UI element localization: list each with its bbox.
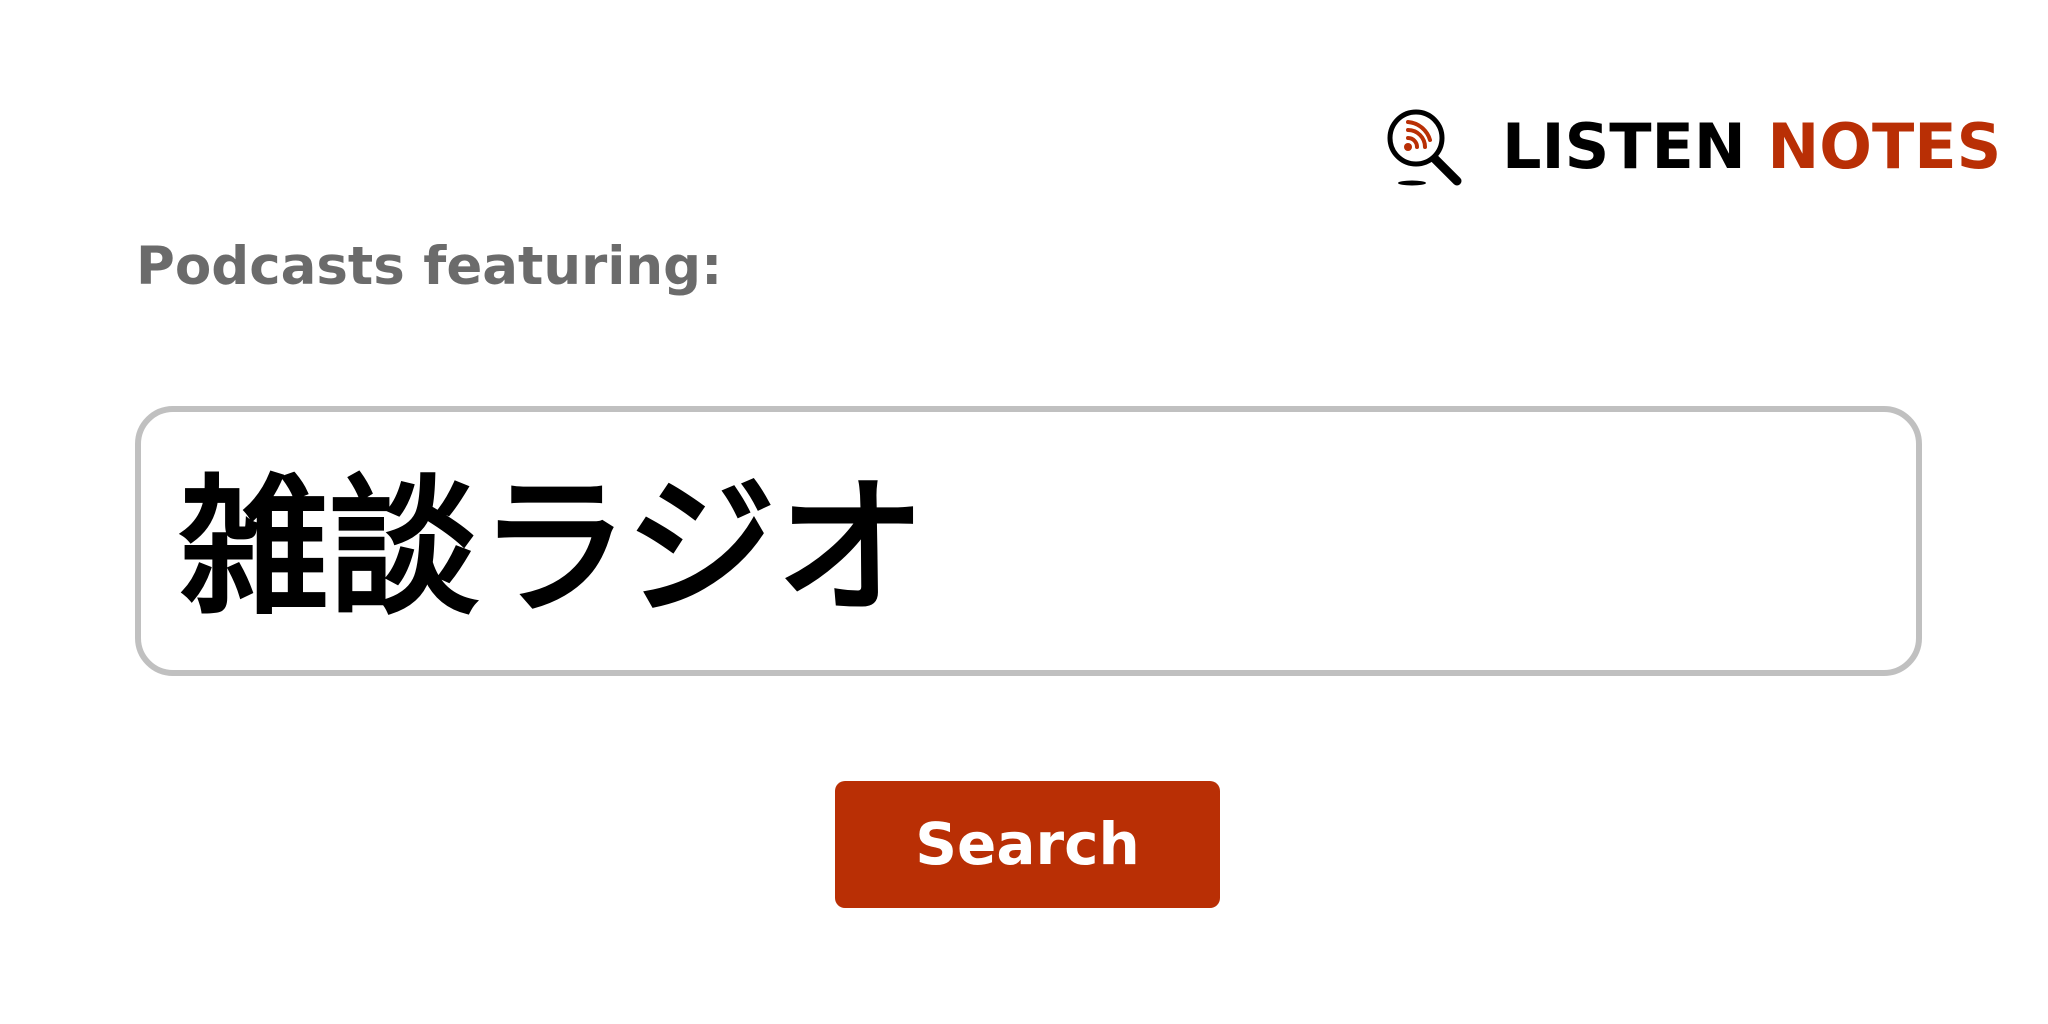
search-input[interactable]: 雑談ラジオ [135,406,1922,676]
listen-notes-logo[interactable]: LISTEN NOTES [1384,106,2001,188]
logo-wordmark-notes: NOTES [1767,110,2002,183]
magnifier-podcast-signal-icon [1387,109,1462,186]
logo-wordmark: LISTEN NOTES [1502,106,2001,188]
logo-wordmark-listen: LISTEN [1502,110,1746,183]
search-button[interactable]: Search [835,781,1220,908]
page-heading: Podcasts featuring: [136,236,723,297]
search-query-text: 雑談ラジオ [179,462,927,636]
